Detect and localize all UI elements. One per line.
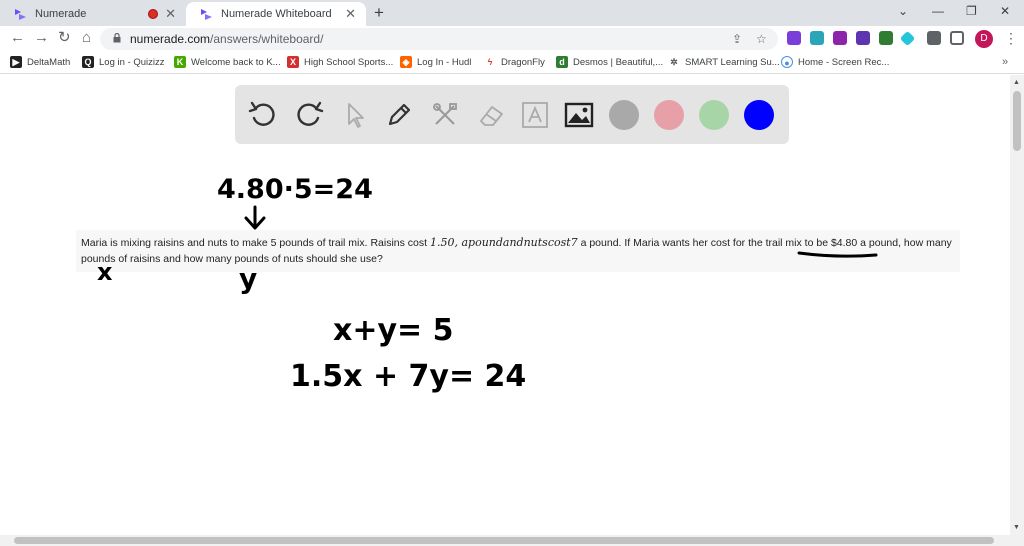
scroll-up-icon[interactable]: ▲	[1013, 79, 1020, 86]
arrow-down-icon	[244, 205, 266, 230]
handwriting-layer: 4.80·5=24 x y x+y= 5 1.5x + 7y= 24	[97, 174, 878, 394]
scroll-thumb[interactable]	[1013, 91, 1021, 151]
handwritten-eq2: 1.5x + 7y= 24	[290, 359, 526, 394]
handwritten-y: y	[239, 262, 257, 295]
vertical-scrollbar[interactable]: ▲ ▼	[1010, 75, 1024, 535]
scroll-thumb[interactable]	[14, 537, 994, 544]
handwritten-eq1: x+y= 5	[333, 313, 454, 348]
handwritten-x: x	[97, 258, 113, 286]
scroll-down-icon[interactable]: ▼	[1013, 524, 1020, 531]
horizontal-scrollbar[interactable]	[0, 535, 1024, 546]
underline-mark	[797, 251, 878, 258]
handwritten-equation: 4.80·5=24	[217, 174, 373, 205]
